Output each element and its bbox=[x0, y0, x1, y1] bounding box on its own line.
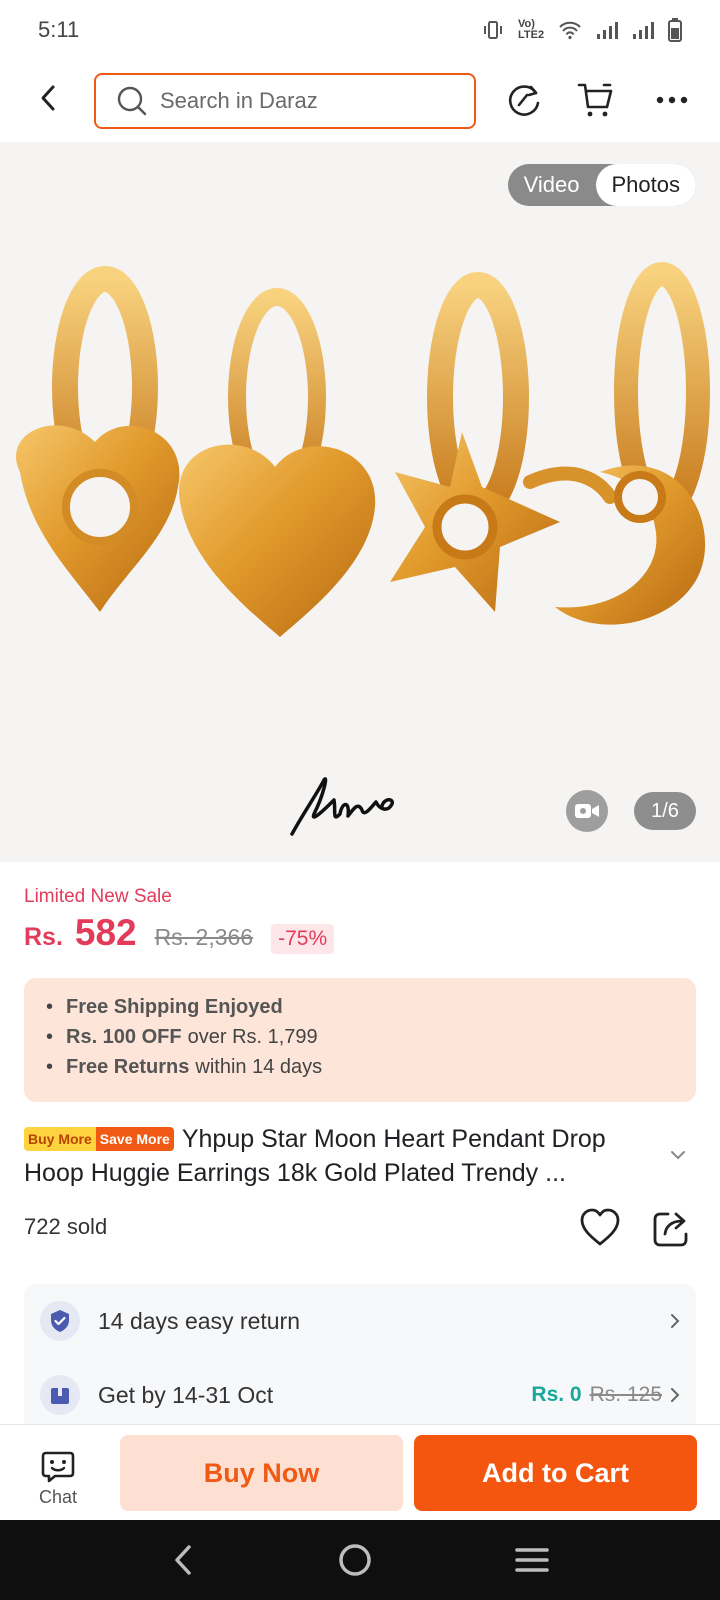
video-camera-icon bbox=[575, 804, 599, 818]
share-button[interactable] bbox=[650, 1206, 694, 1250]
back-arrow-icon bbox=[41, 85, 55, 111]
promo-badge-right: Save More bbox=[95, 1127, 174, 1151]
share-icon bbox=[653, 1212, 688, 1247]
benefit-text: within 14 days bbox=[195, 1056, 323, 1078]
signal-icon-2 bbox=[633, 22, 654, 39]
signal-icon bbox=[597, 22, 618, 39]
buy-now-button[interactable]: Buy Now bbox=[120, 1435, 403, 1511]
product-gallery[interactable]: Video Photos 1/6 bbox=[0, 142, 720, 862]
chat-button[interactable]: Chat bbox=[24, 1449, 92, 1508]
bottom-action-bar: Chat Buy Now Add to Cart bbox=[0, 1424, 720, 1520]
benefit-text: over Rs. 1,799 bbox=[187, 1026, 318, 1048]
delivery-row[interactable]: Get by 14-31 Oct Rs. 0 Rs. 125 bbox=[40, 1366, 680, 1424]
heart-icon bbox=[580, 1208, 620, 1246]
history-button[interactable] bbox=[502, 78, 546, 122]
back-button[interactable] bbox=[28, 78, 68, 118]
benefit-item: • Free Returns within 14 days bbox=[46, 1052, 674, 1082]
sold-count: 722 sold bbox=[24, 1214, 108, 1239]
promo-badge: Buy More Save More bbox=[24, 1127, 174, 1151]
promo-badge-left: Buy More bbox=[24, 1127, 96, 1151]
product-title: Buy More Save More Yhpup Star Moon Heart… bbox=[24, 1122, 664, 1190]
chat-icon bbox=[41, 1451, 75, 1483]
service-card: 14 days easy return Get by 14-31 Oct Rs.… bbox=[24, 1284, 696, 1424]
discount-badge: -75% bbox=[271, 924, 335, 954]
shipping-fee-original: Rs. 125 bbox=[589, 1383, 662, 1406]
price-row: Rs. 582 Rs. 2,366 -75% bbox=[24, 912, 335, 962]
cart-button[interactable] bbox=[574, 78, 618, 122]
cart-icon bbox=[577, 83, 613, 117]
return-policy-row[interactable]: 14 days easy return bbox=[40, 1292, 680, 1350]
sale-label: Limited New Sale bbox=[24, 886, 172, 907]
chat-label: Chat bbox=[38, 1487, 78, 1507]
price-currency: Rs. bbox=[24, 923, 63, 951]
refresh-history-icon bbox=[508, 85, 540, 116]
system-nav-bar bbox=[0, 1520, 720, 1600]
search-input[interactable]: Search in Daraz bbox=[94, 73, 476, 129]
nav-back-icon[interactable] bbox=[171, 1543, 195, 1577]
expand-title-chevron-icon[interactable] bbox=[670, 1150, 686, 1160]
shipping-fee: Rs. 0 bbox=[531, 1383, 582, 1406]
search-placeholder: Search in Daraz bbox=[160, 88, 318, 113]
nav-home-icon[interactable] bbox=[338, 1543, 372, 1577]
more-button[interactable] bbox=[650, 78, 694, 122]
benefit-item: • Free Shipping Enjoyed bbox=[46, 992, 674, 1022]
delivery-box-icon bbox=[40, 1375, 80, 1415]
nav-recents-icon[interactable] bbox=[514, 1546, 549, 1574]
add-to-cart-button[interactable]: Add to Cart bbox=[414, 1435, 697, 1511]
delivery-text: Get by 14-31 Oct bbox=[98, 1381, 274, 1408]
media-toggle: Video Photos bbox=[507, 164, 696, 206]
current-price: 582 bbox=[74, 912, 137, 953]
vibrate-icon bbox=[484, 21, 502, 39]
status-bar: 5:11 Vo) LTE2 bbox=[0, 0, 720, 60]
benefit-bold: Rs. 100 OFF bbox=[66, 1026, 182, 1048]
wifi-icon bbox=[559, 21, 581, 40]
status-time: 5:11 bbox=[38, 17, 80, 42]
network-label: Vo) LTE2 bbox=[518, 18, 545, 41]
top-bar: Search in Daraz bbox=[0, 64, 720, 140]
image-counter: 1/6 bbox=[634, 792, 696, 830]
brand-logo-signature bbox=[290, 777, 394, 836]
return-policy-text: 14 days easy return bbox=[98, 1307, 301, 1334]
status-icons: Vo) LTE2 bbox=[482, 18, 682, 42]
wishlist-button[interactable] bbox=[578, 1206, 622, 1250]
benefits-panel: • Free Shipping Enjoyed • Rs. 100 OFF over … bbox=[24, 978, 696, 1102]
video-button[interactable] bbox=[566, 790, 608, 832]
benefit-item: • Rs. 100 OFF over Rs. 1,799 bbox=[46, 1022, 674, 1052]
tab-photos[interactable]: Photos bbox=[595, 164, 696, 206]
chevron-right-icon bbox=[671, 1314, 680, 1328]
product-image bbox=[16, 262, 710, 637]
chevron-right-icon bbox=[671, 1388, 680, 1402]
original-price: Rs. 2,366 bbox=[154, 924, 254, 950]
more-options-icon bbox=[656, 96, 688, 104]
search-icon bbox=[117, 86, 147, 116]
benefit-bold: Free Shipping Enjoyed bbox=[66, 996, 283, 1018]
benefit-bold: Free Returns bbox=[66, 1056, 190, 1078]
shield-check-icon bbox=[40, 1301, 80, 1341]
battery-icon bbox=[668, 18, 682, 42]
tab-video[interactable]: Video bbox=[508, 164, 596, 206]
